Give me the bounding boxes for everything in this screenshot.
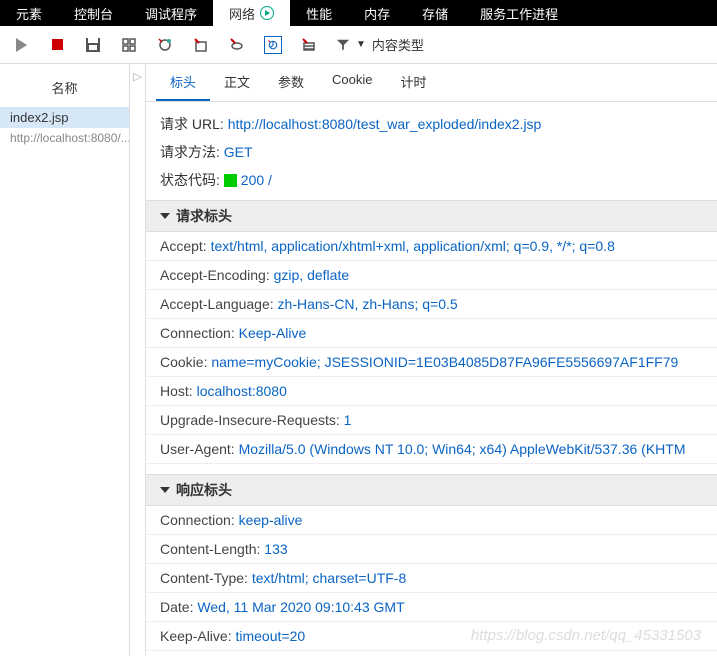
response-headers-section[interactable]: 响应标头: [146, 474, 717, 506]
status-square-icon: [224, 174, 237, 187]
header-value: Mozilla/5.0 (Windows NT 10.0; Win64; x64…: [239, 441, 686, 457]
header-value: Keep-Alive: [239, 325, 307, 341]
header-name: Connection:: [160, 512, 239, 528]
main-area: 名称 index2.jsp http://localhost:8080/... …: [0, 64, 717, 656]
header-value: gzip, deflate: [274, 267, 350, 283]
chevron-down-icon: [160, 213, 170, 219]
header-value: name=myCookie; JSESSIONID=1E03B4085D87FA…: [211, 354, 678, 370]
header-name: Keep-Alive:: [160, 628, 235, 644]
request-headers-section[interactable]: 请求标头: [146, 200, 717, 232]
tab-debugger[interactable]: 调试程序: [129, 0, 213, 26]
play-button[interactable]: [12, 36, 30, 54]
header-row: User-Agent: Mozilla/5.0 (Windows NT 10.0…: [146, 435, 717, 464]
header-value: 1: [344, 412, 352, 428]
dropdown-icon: ▼: [356, 39, 366, 50]
header-row: Accept: text/html, application/xhtml+xml…: [146, 232, 717, 261]
tab-storage[interactable]: 存储: [406, 0, 464, 26]
devtools-top-tabs: 元素 控制台 调试程序 网络 性能 内存 存储 服务工作进程: [0, 0, 717, 26]
header-name: Upgrade-Insecure-Requests:: [160, 412, 344, 428]
subtab-body[interactable]: 正文: [210, 64, 264, 101]
request-item-url[interactable]: http://localhost:8080/...: [0, 128, 129, 148]
header-row: Accept-Language: zh-Hans-CN, zh-Hans; q=…: [146, 290, 717, 319]
header-value: localhost:8080: [197, 383, 287, 399]
tab-performance[interactable]: 性能: [290, 0, 348, 26]
header-row: Host: localhost:8080: [146, 377, 717, 406]
stop-button[interactable]: [48, 36, 66, 54]
request-list-sidebar: 名称 index2.jsp http://localhost:8080/...: [0, 64, 130, 656]
general-info: 请求 URL: http://localhost:8080/test_war_e…: [146, 102, 717, 194]
tab-service-workers[interactable]: 服务工作进程: [464, 0, 574, 26]
header-value: keep-alive: [239, 512, 303, 528]
header-row: Date: Wed, 11 Mar 2020 09:10:43 GMT: [146, 593, 717, 622]
tab-network[interactable]: 网络: [213, 0, 290, 26]
subtab-params[interactable]: 参数: [264, 64, 318, 101]
disable-cache-button[interactable]: [228, 36, 246, 54]
subtab-cookies[interactable]: Cookie: [318, 64, 386, 101]
header-name: Accept-Encoding:: [160, 267, 274, 283]
content-type-filter[interactable]: ▼ 内容类型: [336, 35, 424, 54]
header-name: Accept-Language:: [160, 296, 278, 312]
clear-session-button[interactable]: [120, 36, 138, 54]
header-row: Content-Type: text/html; charset=UTF-8: [146, 564, 717, 593]
header-name: Connection:: [160, 325, 239, 341]
clear-entries-button[interactable]: [192, 36, 210, 54]
header-row: Content-Length: 133: [146, 535, 717, 564]
tab-memory[interactable]: 内存: [348, 0, 406, 26]
clear-cache-button[interactable]: [156, 36, 174, 54]
detail-panel: ▷ 标头 正文 参数 Cookie 计时 请求 URL: http://loca…: [130, 64, 717, 656]
header-value: Wed, 11 Mar 2020 09:10:43 GMT: [197, 599, 404, 615]
header-row: Set-Cookie: name2=myCookie2: [146, 651, 717, 656]
subtab-timing[interactable]: 计时: [387, 64, 441, 101]
request-url-row: 请求 URL: http://localhost:8080/test_war_e…: [160, 110, 717, 138]
header-value: 133: [264, 541, 287, 557]
response-headers-list: Connection: keep-aliveContent-Length: 13…: [146, 506, 717, 656]
record-icon: [260, 6, 274, 20]
header-value: timeout=20: [235, 628, 305, 644]
header-row: Accept-Encoding: gzip, deflate: [146, 261, 717, 290]
tab-elements[interactable]: 元素: [0, 0, 58, 26]
header-name: Content-Length:: [160, 541, 264, 557]
header-name: User-Agent:: [160, 441, 239, 457]
header-name: Content-Type:: [160, 570, 252, 586]
header-row: Keep-Alive: timeout=20: [146, 622, 717, 651]
header-value: zh-Hans-CN, zh-Hans; q=0.5: [278, 296, 458, 312]
sidebar-header: 名称: [0, 64, 129, 107]
header-value: text/html, application/xhtml+xml, applic…: [211, 238, 615, 254]
network-toolbar: ▼ 内容类型: [0, 26, 717, 64]
subtab-headers[interactable]: 标头: [156, 64, 210, 101]
save-button[interactable]: [84, 36, 102, 54]
request-item[interactable]: index2.jsp: [0, 107, 129, 128]
header-name: Date:: [160, 599, 197, 615]
header-name: Accept:: [160, 238, 211, 254]
chevron-down-icon: [160, 487, 170, 493]
clear-cookies-button[interactable]: [300, 36, 318, 54]
request-method-row: 请求方法: GET: [160, 138, 717, 166]
bypass-sw-button[interactable]: [264, 36, 282, 54]
header-row: Connection: keep-alive: [146, 506, 717, 535]
header-name: Cookie:: [160, 354, 211, 370]
header-row: Connection: Keep-Alive: [146, 319, 717, 348]
header-row: Cookie: name=myCookie; JSESSIONID=1E03B4…: [146, 348, 717, 377]
collapse-gutter[interactable]: ▷: [130, 64, 146, 656]
detail-sub-tabs: 标头 正文 参数 Cookie 计时: [146, 64, 717, 102]
tab-console[interactable]: 控制台: [58, 0, 129, 26]
request-headers-list: Accept: text/html, application/xhtml+xml…: [146, 232, 717, 468]
header-value: text/html; charset=UTF-8: [252, 570, 406, 586]
filter-icon: [336, 38, 350, 52]
header-name: Host:: [160, 383, 197, 399]
status-code-row: 状态代码: 200 /: [160, 166, 717, 194]
header-row: Upgrade-Insecure-Requests: 1: [146, 406, 717, 435]
